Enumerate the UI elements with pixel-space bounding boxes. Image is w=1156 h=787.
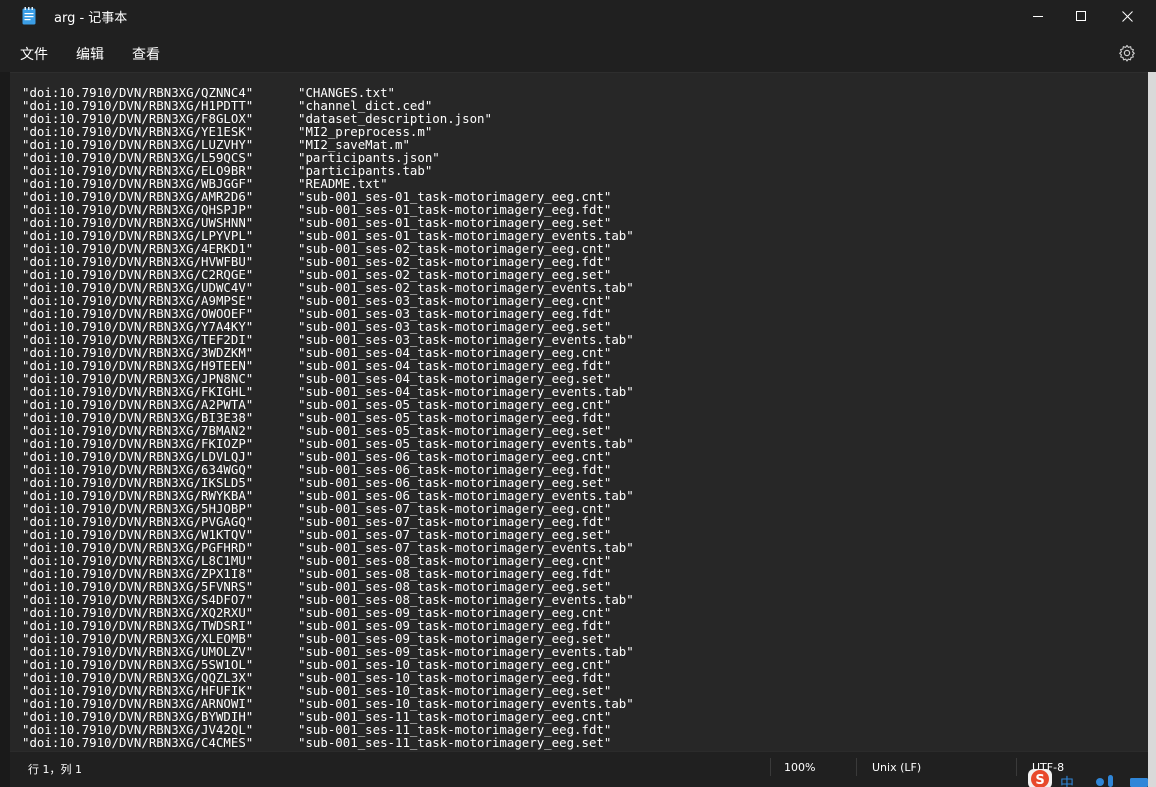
- text-editor[interactable]: "doi:10.7910/DVN/RBN3XG/QZNNC4" "CHANGES…: [10, 72, 1148, 751]
- menu-view[interactable]: 查看: [132, 44, 160, 64]
- title-bar[interactable]: arg - 记事本: [0, 0, 1156, 32]
- line-ending: Unix (LF): [872, 761, 922, 774]
- notepad-window: arg - 记事本 文件 编辑 查看 "doi:10.7910/DVN/RBN3: [0, 0, 1156, 787]
- menu-file[interactable]: 文件: [20, 44, 48, 64]
- ime-toolbar[interactable]: S 中: [1026, 764, 1156, 787]
- minimize-button[interactable]: [1015, 0, 1061, 32]
- maximize-icon: [1076, 11, 1086, 21]
- background-window-edge: [0, 72, 10, 787]
- status-bar: 行 1，列 1 100% Unix (LF) UTF-8: [10, 751, 1148, 782]
- close-button[interactable]: [1104, 0, 1150, 32]
- status-divider: [1016, 758, 1017, 776]
- gear-icon[interactable]: [1118, 44, 1136, 62]
- menu-edit[interactable]: 编辑: [76, 44, 104, 64]
- minimize-icon: [1033, 16, 1043, 17]
- cursor-position: 行 1，列 1: [28, 763, 82, 776]
- menu-bar: 文件 编辑 查看: [0, 32, 1156, 72]
- status-divider: [856, 758, 857, 776]
- editor-content[interactable]: "doi:10.7910/DVN/RBN3XG/QZNNC4" "CHANGES…: [22, 86, 634, 749]
- ime-sogou-icon: S: [1028, 769, 1148, 787]
- status-divider: [770, 758, 771, 776]
- zoom-level: 100%: [784, 761, 816, 774]
- window-title: arg - 记事本: [54, 11, 128, 26]
- notepad-icon: [22, 7, 36, 25]
- ime-language: 中: [1060, 776, 1074, 787]
- svg-text:S: S: [1035, 773, 1044, 787]
- maximize-button[interactable]: [1058, 0, 1104, 32]
- desktop-edge: [1148, 72, 1156, 787]
- close-icon: [1121, 10, 1133, 22]
